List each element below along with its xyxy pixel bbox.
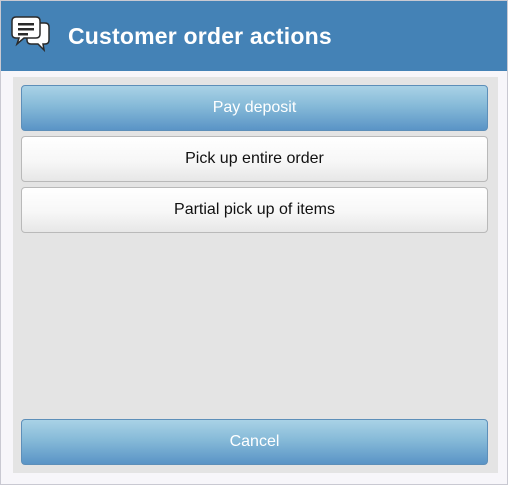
dialog-titlebar: Customer order actions (1, 1, 507, 71)
partial-pick-up-label: Partial pick up of items (174, 201, 335, 218)
dialog-title: Customer order actions (68, 23, 332, 49)
pay-deposit-label: Pay deposit (212, 99, 297, 116)
pick-up-entire-order-label: Pick up entire order (185, 150, 324, 167)
customer-order-actions-dialog: Customer order actions Pay deposit Pick … (0, 0, 508, 485)
partial-pick-up-button[interactable]: Partial pick up of items (21, 187, 488, 233)
actions-panel: Pay deposit Pick up entire order Partial… (13, 77, 498, 473)
cancel-button[interactable]: Cancel (21, 419, 488, 465)
pay-deposit-button[interactable]: Pay deposit (21, 85, 488, 131)
cancel-label: Cancel (229, 433, 280, 450)
chat-bubbles-icon (11, 14, 51, 54)
pick-up-entire-order-button[interactable]: Pick up entire order (21, 136, 488, 182)
